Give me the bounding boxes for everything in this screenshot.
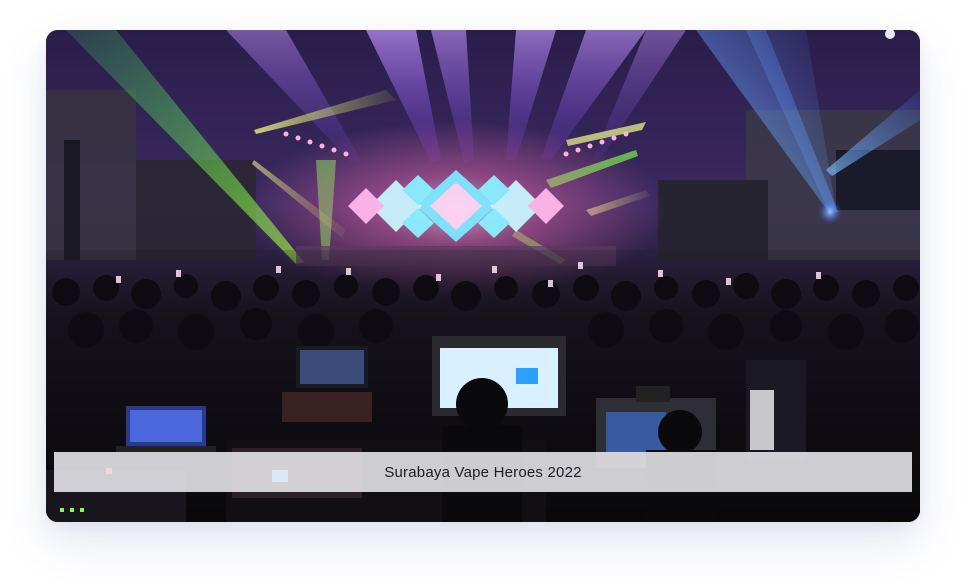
concert-photo [46, 30, 920, 522]
photo-card[interactable]: Surabaya Vape Heroes 2022 [46, 30, 920, 522]
photo-caption-bar: Surabaya Vape Heroes 2022 [54, 452, 912, 492]
photo-caption: Surabaya Vape Heroes 2022 [384, 463, 582, 481]
page: Surabaya Vape Heroes 2022 [0, 0, 970, 588]
